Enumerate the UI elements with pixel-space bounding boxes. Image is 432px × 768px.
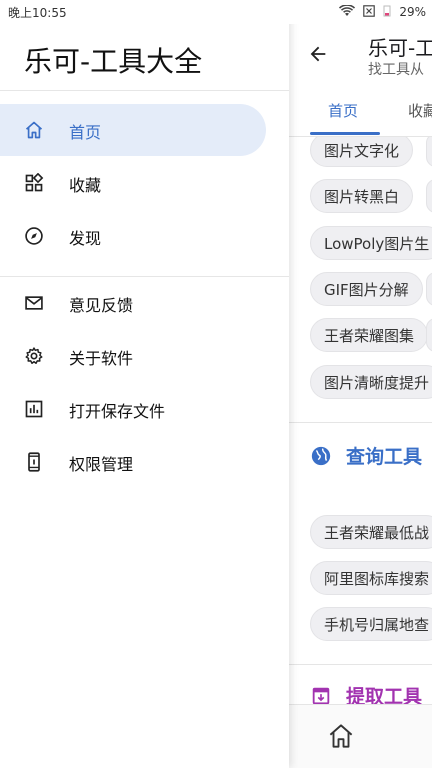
status-bar: 晚上10:55 29% xyxy=(0,0,432,24)
chart-box-icon xyxy=(24,399,44,419)
battery-percent: 29% xyxy=(399,5,426,19)
drawer-title: 乐可-工具大全 xyxy=(24,45,203,78)
drawer-item-label: 收藏 xyxy=(69,176,102,195)
status-icons: 29% xyxy=(339,3,426,20)
drawer-item-label: 首页 xyxy=(69,123,102,142)
status-time: 晚上10:55 xyxy=(8,5,67,20)
drawer-item-home[interactable]: 首页 xyxy=(0,104,266,156)
mail-icon xyxy=(24,293,44,313)
compass-icon xyxy=(24,226,44,246)
home-icon xyxy=(24,120,44,140)
drawer-item-open-saved-files[interactable]: 打开保存文件 xyxy=(0,383,266,435)
drawer-item-label: 打开保存文件 xyxy=(69,402,166,421)
widgets-icon xyxy=(24,173,44,193)
battery-icon xyxy=(383,5,391,20)
drawer-item-about[interactable]: 关于软件 xyxy=(0,330,266,382)
drawer-item-label: 权限管理 xyxy=(69,455,134,474)
drawer-item-permissions[interactable]: 权限管理 xyxy=(0,436,266,488)
drawer-item-favorites[interactable]: 收藏 xyxy=(0,157,266,209)
drawer-scrim[interactable] xyxy=(288,24,432,768)
drawer-item-label: 发现 xyxy=(69,229,102,248)
drawer-item-discover[interactable]: 发现 xyxy=(0,210,266,262)
gear-icon xyxy=(24,346,44,366)
drawer-item-label: 关于软件 xyxy=(69,349,134,368)
drawer-divider xyxy=(0,90,289,91)
drawer-item-label: 意见反馈 xyxy=(69,296,134,315)
drawer-item-feedback[interactable]: 意见反馈 xyxy=(0,277,266,329)
no-sim-icon xyxy=(363,4,376,20)
phone-icon xyxy=(24,452,44,472)
navigation-drawer: 乐可-工具大全 首页 收藏 发现 意见反馈 关于软件 打开保存文件 权限管理 xyxy=(0,0,289,768)
wifi-icon xyxy=(339,3,356,20)
